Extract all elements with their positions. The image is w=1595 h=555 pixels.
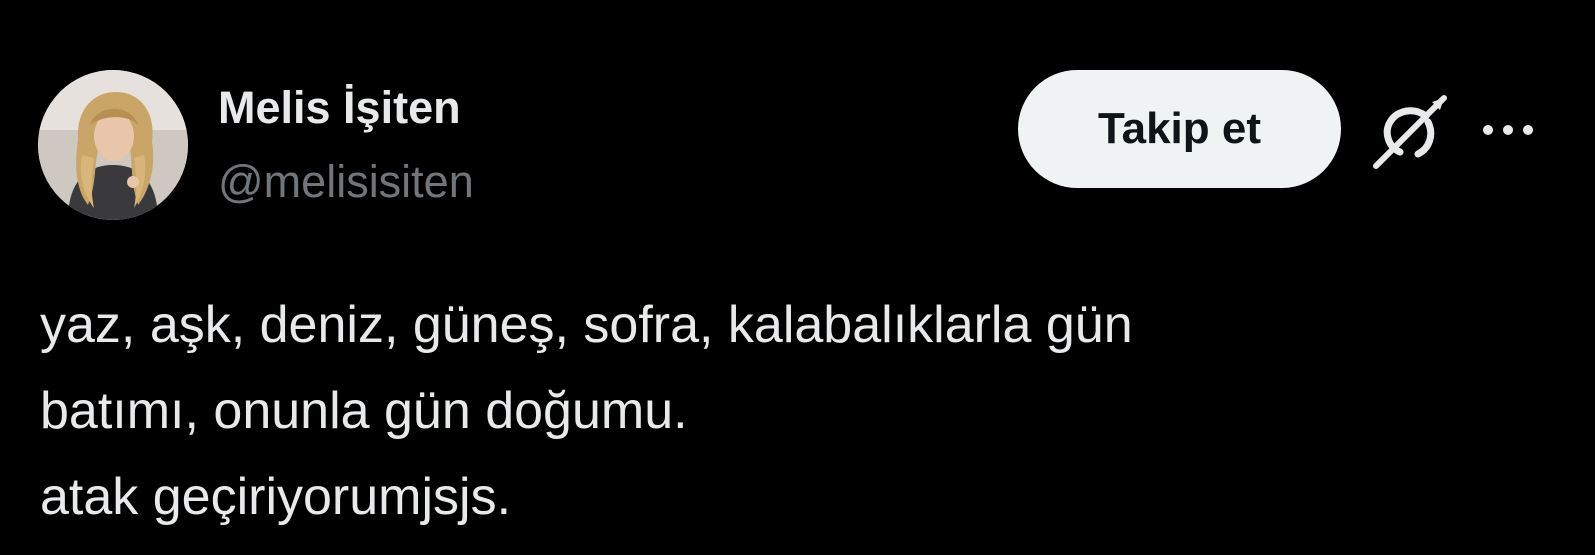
- grok-icon[interactable]: [1370, 92, 1450, 172]
- tweet-line: batımı, onunla gün doğumu.: [40, 382, 688, 440]
- user-info: Melis İşiten @melisisiten: [218, 80, 474, 210]
- tweet-line: atak geçiriyorumjsjs.: [40, 468, 512, 526]
- tweet-line: yaz, aşk, deniz, güneş, sofra, kalabalık…: [40, 296, 1133, 354]
- avatar[interactable]: [38, 70, 188, 220]
- tweet-text: yaz, aşk, deniz, güneş, sofra, kalabalık…: [40, 282, 1560, 540]
- username-handle[interactable]: @melisisiten: [218, 154, 474, 210]
- avatar-photo: [38, 70, 188, 220]
- tweet-card: Melis İşiten @melisisiten Takip et yaz, …: [0, 0, 1595, 555]
- follow-button[interactable]: Takip et: [1018, 70, 1341, 188]
- display-name[interactable]: Melis İşiten: [218, 80, 474, 136]
- more-icon[interactable]: [1478, 110, 1538, 150]
